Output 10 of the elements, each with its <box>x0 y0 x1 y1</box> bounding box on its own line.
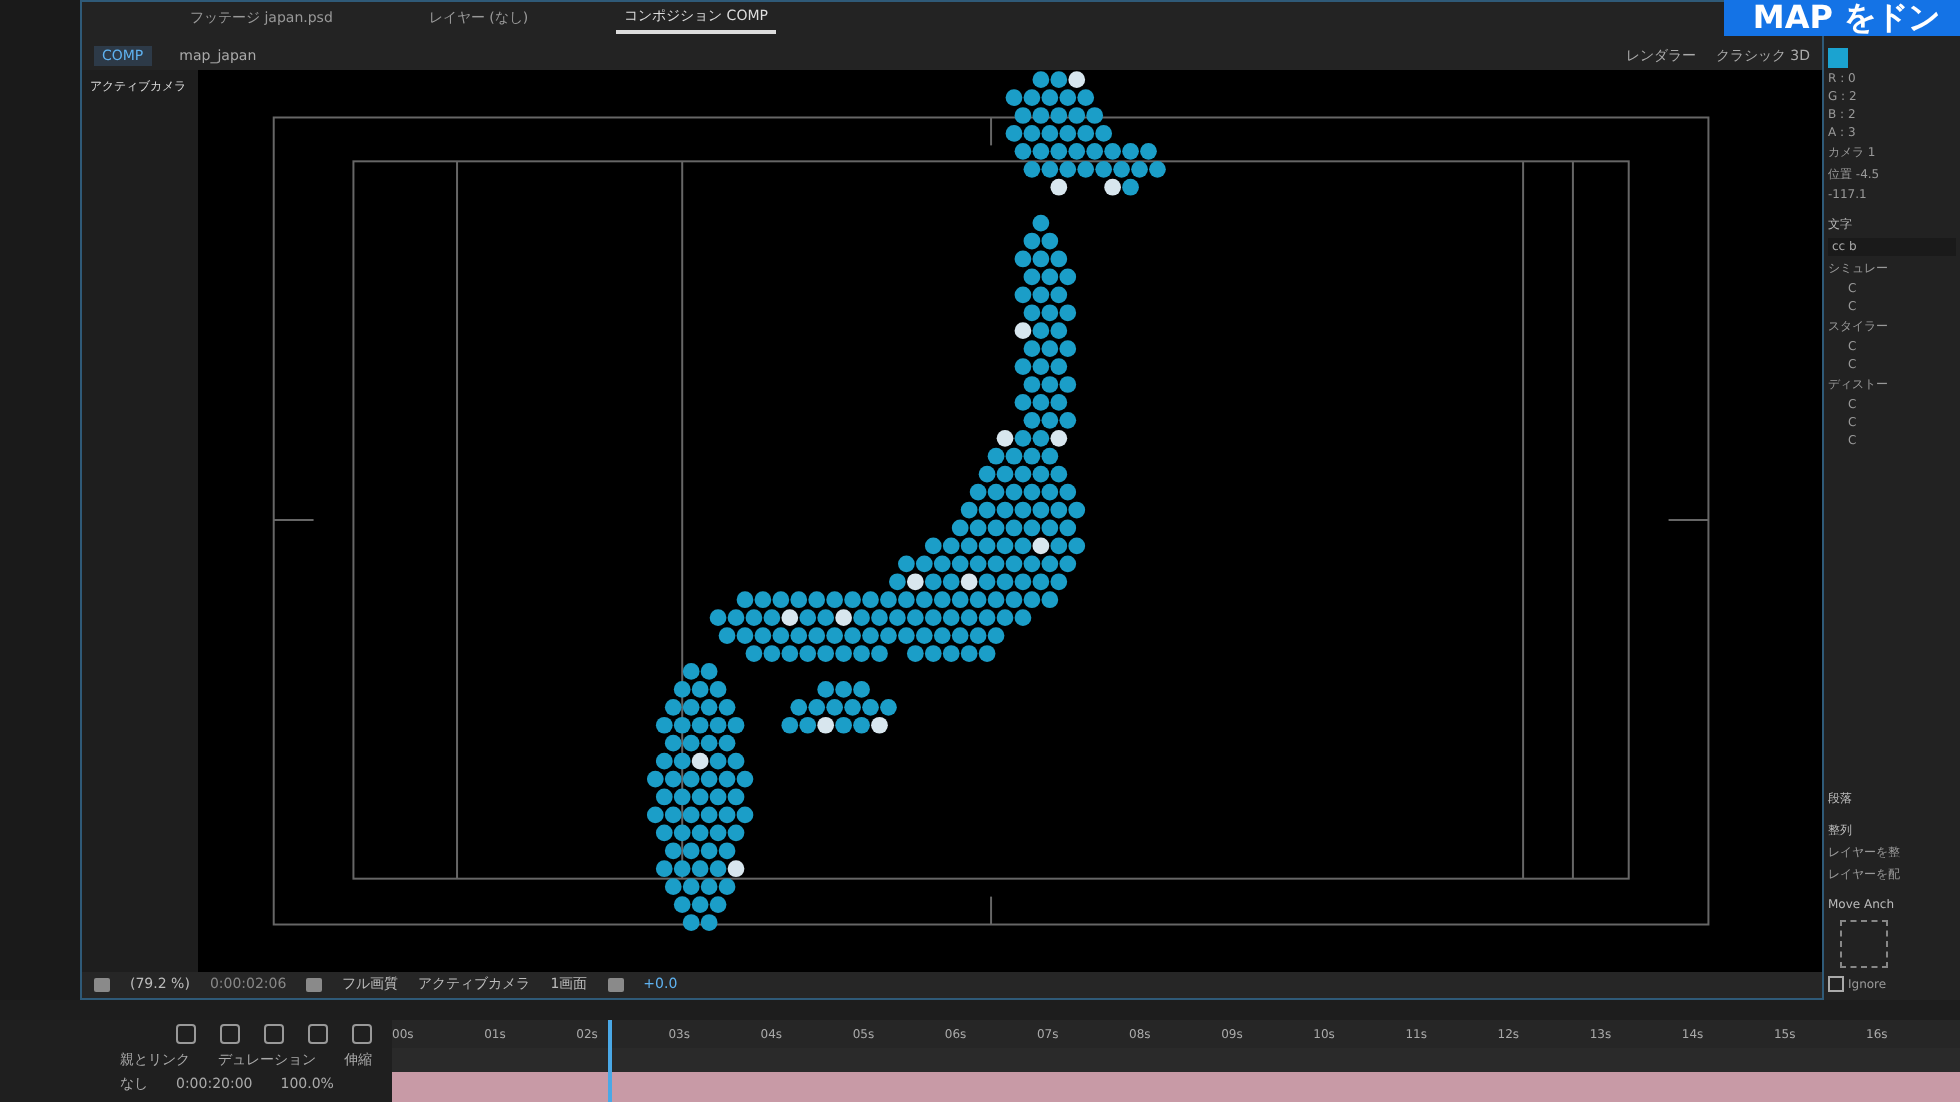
timeline-tool-icon[interactable] <box>308 1024 328 1044</box>
timeline-tool-icon[interactable] <box>352 1024 372 1044</box>
playhead[interactable] <box>607 1020 612 1102</box>
color-swatch[interactable] <box>1828 48 1848 68</box>
timeline-tool-icon[interactable] <box>176 1024 196 1044</box>
timeline-tool-icon[interactable] <box>220 1024 240 1044</box>
caption-banner: MAP をドン <box>1724 0 1960 36</box>
ignore-checkbox[interactable] <box>1828 976 1844 992</box>
timeline-tool-icon[interactable] <box>264 1024 284 1044</box>
anchor-grid-icon[interactable] <box>1840 920 1888 968</box>
